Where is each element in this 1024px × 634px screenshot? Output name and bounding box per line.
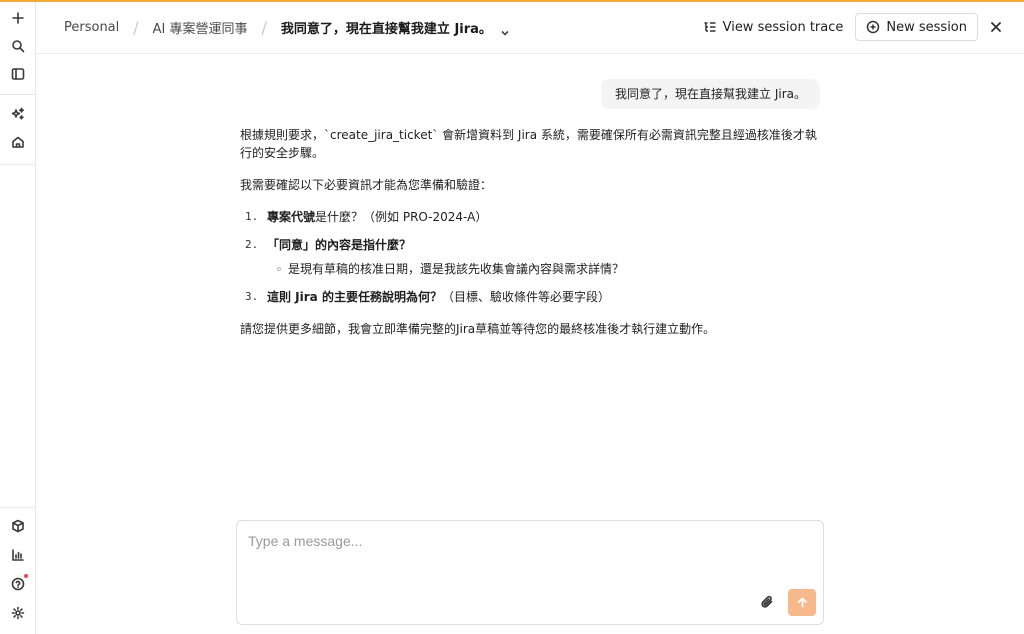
settings-icon[interactable] [6,601,30,625]
message-composer [236,520,824,625]
chevron-down-icon[interactable] [500,23,510,36]
sub-list-item-text: 是現有草稿的核准日期，還是我該先收集會議內容與需求詳情？ [288,262,625,276]
notification-dot [24,574,28,578]
sidebar-divider [0,507,36,508]
sidebar [0,2,36,634]
list-item-text: （目標、驗收條件等必要字段） [441,290,610,304]
user-message-bubble: 我同意了，現在直接幫我建立 Jira。 [601,79,820,109]
sidebar-divider [0,164,36,165]
bar-chart-icon[interactable] [6,543,30,567]
view-session-trace-label: View session trace [722,19,844,35]
cube-icon[interactable] [6,514,30,538]
list-item-text: 是什麼？（例如 PRO-2024-A） [315,210,488,224]
bullet-icon [277,267,281,271]
sparkles-icon[interactable] [6,102,30,126]
assistant-lead: 我需要確認以下必要資訊才能為您準備和驗證： [240,178,493,192]
plus-icon[interactable] [6,6,30,30]
arrow-up-icon [797,597,807,608]
list-item: 2. 「同意」的內容是指什麼？ 是現有草稿的核准日期，還是我該先收集會議內容與需… [240,236,824,278]
breadcrumb-item-agent[interactable]: AI 專案營運同事 [153,18,248,37]
new-session-label: New session [886,19,967,35]
assistant-message: 根據規則要求，`create_jira_ticket` 會新增資料到 Jira … [240,126,824,352]
view-session-trace-button[interactable]: View session trace [703,19,844,35]
header-actions: View session trace New session [703,13,1008,41]
close-icon[interactable] [984,15,1008,39]
list-item-number: 1. [245,210,259,223]
breadcrumb-separator: / [261,18,267,37]
plus-circle-icon [867,20,880,34]
sidebar-toggle-icon[interactable] [6,62,30,86]
list-item: 1. 專案代號是什麼？（例如 PRO-2024-A） [240,208,824,226]
breadcrumb-separator: / [133,18,139,37]
list-item-bold: 這則 Jira 的主要任務說明為何？ [267,290,442,304]
list-item-bold: 專案代號 [267,210,316,224]
requirements-list: 1. 專案代號是什麼？（例如 PRO-2024-A） 2. 「同意」的內容是指什… [240,208,824,306]
list-item-bold: 「同意」的內容是指什麼？ [267,238,412,252]
assistant-intro: 根據規則要求，`create_jira_ticket` 會新增資料到 Jira … [240,128,817,160]
list-item-number: 3. [245,290,259,303]
home-icon[interactable] [6,130,30,154]
breadcrumb-item-session[interactable]: 我同意了，現在直接幫我建立 Jira。 [281,18,492,37]
new-session-button[interactable]: New session [855,13,978,41]
sidebar-divider [0,94,36,95]
search-icon[interactable] [6,34,30,58]
breadcrumb: Personal / AI 專案營運同事 / 我同意了，現在直接幫我建立 Jir… [64,18,510,37]
header: Personal / AI 專案營運同事 / 我同意了，現在直接幫我建立 Jir… [36,2,1024,54]
paperclip-icon[interactable] [757,592,777,612]
list-item: 3. 這則 Jira 的主要任務說明為何？（目標、驗收條件等必要字段） [240,288,824,306]
sub-list-item: 是現有草稿的核准日期，還是我該先收集會議內容與需求詳情？ [267,260,824,278]
breadcrumb-item-personal[interactable]: Personal [64,20,119,35]
send-button[interactable] [788,589,816,616]
message-input[interactable] [248,533,808,583]
assistant-closing: 請您提供更多細節，我會立即準備完整的Jira草稿並等待您的最終核准後才執行建立動… [240,322,716,336]
list-tree-icon [704,22,716,32]
list-item-number: 2. [245,238,259,251]
